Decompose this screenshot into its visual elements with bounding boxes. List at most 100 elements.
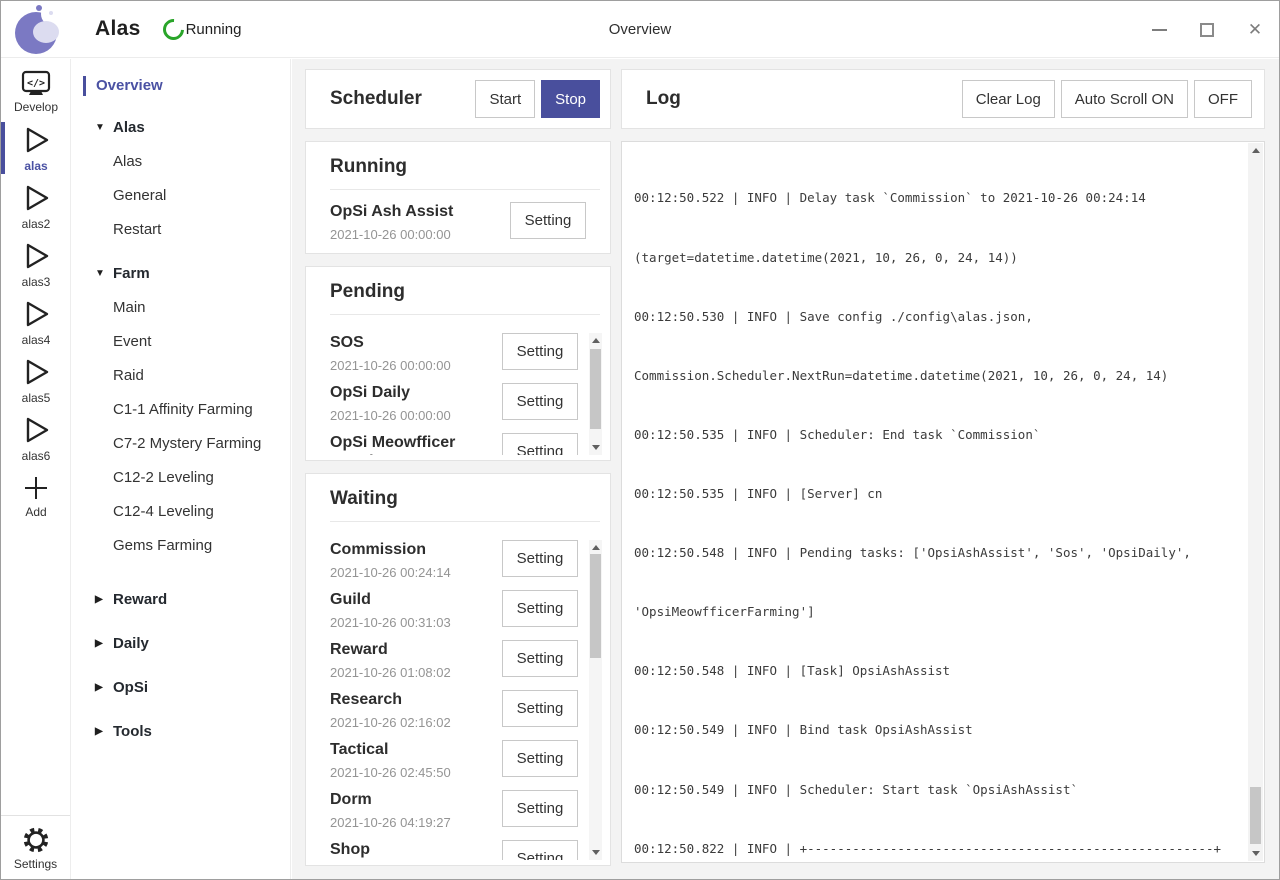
sidebar-item-c12-2-leveling[interactable]: C12-2 Leveling <box>71 461 290 495</box>
iconbar-item-settings[interactable]: Settings <box>1 815 70 879</box>
setting-button[interactable]: Setting <box>502 640 578 677</box>
log-panel: 00:12:50.522 | INFO | Delay task `Commis… <box>621 141 1265 863</box>
log-title: Log <box>646 88 962 110</box>
waiting-title: Waiting <box>330 488 600 510</box>
task-name: Dorm <box>330 790 498 809</box>
scroll-up-icon <box>592 338 600 343</box>
sidebar-item-event[interactable]: Event <box>71 325 290 359</box>
waiting-card: Waiting Commission 2021-10-26 00:24:14 S… <box>305 473 611 866</box>
task-info: Research 2021-10-26 02:16:02 <box>330 690 498 730</box>
scheduler-title: Scheduler <box>330 88 475 110</box>
setting-button[interactable]: Setting <box>510 202 586 239</box>
task-row: Research 2021-10-26 02:16:02 Setting <box>330 690 578 740</box>
minimize-button[interactable] <box>1149 20 1169 40</box>
auto-scroll-off-button[interactable]: OFF <box>1194 80 1252 118</box>
nav-group-daily[interactable]: Daily <box>71 627 290 661</box>
content-area: Scheduler Start Stop Running OpSi Ash As… <box>292 59 1279 879</box>
setting-button[interactable]: Setting <box>502 690 578 727</box>
sidebar-item-raid[interactable]: Raid <box>71 359 290 393</box>
sidebar-item-alas[interactable]: Alas <box>71 145 290 179</box>
setting-button[interactable]: Setting <box>502 840 578 860</box>
log-line: 00:12:50.549 | INFO | Bind task OpsiAshA… <box>634 720 1240 740</box>
setting-button[interactable]: Setting <box>502 433 578 455</box>
log-scrollbar[interactable] <box>1248 143 1263 861</box>
play-icon <box>21 240 51 272</box>
setting-button[interactable]: Setting <box>502 540 578 577</box>
divider <box>330 314 600 315</box>
iconbar-item-alas6[interactable]: alas6 <box>1 409 71 467</box>
task-info: Reward 2021-10-26 01:08:02 <box>330 640 498 680</box>
maximize-icon <box>1200 23 1214 37</box>
sidebar-item-c1-1-affinity-farming[interactable]: C1-1 Affinity Farming <box>71 393 290 427</box>
code-monitor-icon: </> <box>21 70 51 97</box>
task-name: Research <box>330 690 498 709</box>
log-text: 00:12:50.522 | INFO | Delay task `Commis… <box>634 149 1240 858</box>
setting-button[interactable]: Setting <box>502 740 578 777</box>
task-info: OpSi Ash Assist 2021-10-26 00:00:00 <box>330 202 498 242</box>
nav-group-alas[interactable]: Alas <box>71 111 290 145</box>
maximize-button[interactable] <box>1197 20 1217 40</box>
nav-group-farm[interactable]: Farm <box>71 257 290 291</box>
log-line: 00:12:50.530 | INFO | Save config ./conf… <box>634 307 1240 327</box>
sidebar-item-gems-farming[interactable]: Gems Farming <box>71 529 290 563</box>
task-time: 2021-10-26 04:19:27 <box>330 815 498 830</box>
log-line: 00:12:50.535 | INFO | [Server] cn <box>634 484 1240 504</box>
setting-button[interactable]: Setting <box>502 790 578 827</box>
sidebar-item-main[interactable]: Main <box>71 291 290 325</box>
running-title: Running <box>330 156 600 178</box>
scroll-thumb[interactable] <box>590 554 601 658</box>
nav-group-reward[interactable]: Reward <box>71 583 290 617</box>
task-info: OpSi Daily 2021-10-26 00:00:00 <box>330 383 498 423</box>
clear-log-button[interactable]: Clear Log <box>962 80 1055 118</box>
play-icon <box>21 414 51 446</box>
setting-button[interactable]: Setting <box>502 333 578 370</box>
iconbar-item-alas2[interactable]: alas2 <box>1 177 71 235</box>
sidebar-item-c7-2-mystery-farming[interactable]: C7-2 Mystery Farming <box>71 427 290 461</box>
nav-group-tools[interactable]: Tools <box>71 715 290 749</box>
auto-scroll-on-button[interactable]: Auto Scroll ON <box>1061 80 1188 118</box>
task-name: Guild <box>330 590 498 609</box>
iconbar-item-alas3[interactable]: alas3 <box>1 235 71 293</box>
iconbar-item-label: alas4 <box>22 333 51 347</box>
iconbar-item-alas4[interactable]: alas4 <box>1 293 71 351</box>
scroll-up-icon <box>1252 148 1260 153</box>
log-column: Log Clear Log Auto Scroll ON OFF 00:12:5… <box>621 69 1265 863</box>
task-info: SOS 2021-10-26 00:00:00 <box>330 333 498 373</box>
iconbar-item-alas[interactable]: alas <box>1 119 71 177</box>
waiting-scrollbar[interactable] <box>589 540 602 860</box>
scroll-thumb[interactable] <box>1250 787 1261 844</box>
sidebar-item-restart[interactable]: Restart <box>71 213 290 247</box>
task-time: 2021-10-26 01:08:02 <box>330 665 498 680</box>
sidebar-item-general[interactable]: General <box>71 179 290 213</box>
caret-right-icon <box>95 583 113 617</box>
log-line: 00:12:50.535 | INFO | Scheduler: End tas… <box>634 425 1240 445</box>
task-row: Guild 2021-10-26 00:31:03 Setting <box>330 590 578 640</box>
task-row: Dorm 2021-10-26 04:19:27 Setting <box>330 790 578 840</box>
settings-label: Settings <box>14 857 57 871</box>
sidebar-item-c12-4-leveling[interactable]: C12-4 Leveling <box>71 495 290 529</box>
pending-scrollbar[interactable] <box>589 333 602 455</box>
log-line: 00:12:50.548 | INFO | [Task] OpsiAshAssi… <box>634 661 1240 681</box>
scroll-thumb[interactable] <box>590 349 601 429</box>
pending-card: Pending SOS 2021-10-26 00:00:00 Setting <box>305 266 611 461</box>
task-name: OpSi Meowfficer Farming <box>330 433 498 455</box>
caret-down-icon <box>95 111 113 145</box>
setting-button[interactable]: Setting <box>502 590 578 627</box>
nav-group-opsi[interactable]: OpSi <box>71 671 290 705</box>
iconbar-item-develop[interactable]: </> Develop <box>1 65 71 119</box>
nav-group-label: Farm <box>113 257 150 291</box>
start-button[interactable]: Start <box>475 80 535 118</box>
iconbar-item-add[interactable]: Add <box>1 467 71 525</box>
sidebar-item-overview[interactable]: Overview <box>71 71 290 101</box>
scroll-up-icon <box>592 545 600 550</box>
task-row: Commission 2021-10-26 00:24:14 Setting <box>330 540 578 590</box>
nav-group-label: Tools <box>113 715 152 749</box>
stop-button[interactable]: Stop <box>541 80 600 118</box>
task-row: OpSi Ash Assist 2021-10-26 00:00:00 Sett… <box>330 202 586 252</box>
setting-button[interactable]: Setting <box>502 383 578 420</box>
close-button[interactable]: ✕ <box>1245 20 1265 40</box>
task-row: Reward 2021-10-26 01:08:02 Setting <box>330 640 578 690</box>
iconbar-item-alas5[interactable]: alas5 <box>1 351 71 409</box>
pending-list: SOS 2021-10-26 00:00:00 Setting OpSi Dai… <box>330 333 602 455</box>
close-icon: ✕ <box>1248 21 1262 38</box>
